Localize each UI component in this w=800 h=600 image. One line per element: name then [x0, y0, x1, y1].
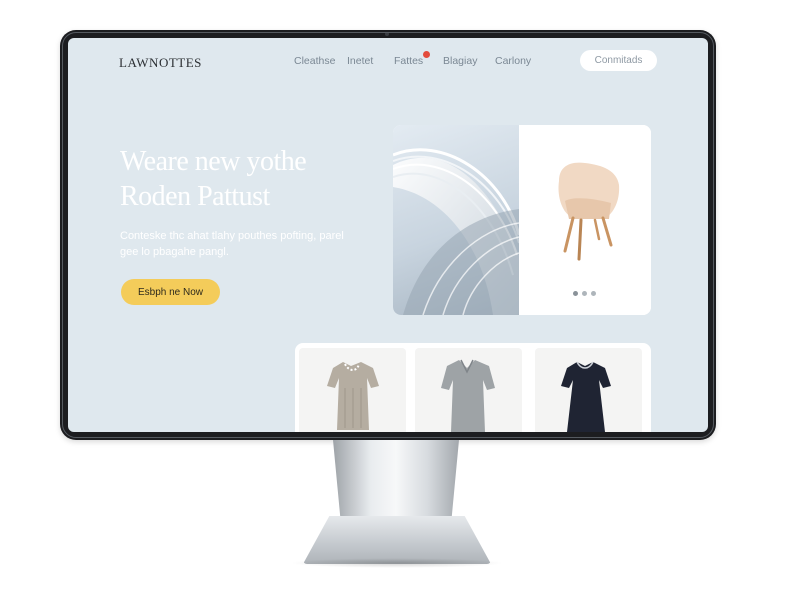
camera-icon	[385, 32, 389, 36]
monitor-base	[303, 516, 491, 564]
nav-item-fattes-label: Fattes	[394, 55, 424, 67]
hero-subtitle: Conteske thc ahat tlahy pouthes pofting,…	[120, 230, 344, 258]
nav-item-inetet[interactable]: Inetet	[347, 55, 373, 67]
abstract-curves-icon	[393, 148, 519, 315]
hero-title: Weare new yothe Roden Pattust	[120, 146, 307, 212]
product-row	[295, 343, 651, 432]
featured-gallery	[393, 125, 651, 315]
site-logo[interactable]: LAWNOTTES	[119, 55, 202, 71]
website-screen: LAWNOTTES Cleathse Inetet Fattes Blagiay…	[68, 38, 708, 432]
product-card-beige-dress[interactable]	[299, 348, 406, 432]
carousel-dots	[573, 291, 596, 296]
hero-cta-button[interactable]: Esbph ne Now	[121, 279, 220, 305]
nav-item-blagiay[interactable]: Blagiay	[443, 55, 477, 67]
chair-product-image[interactable]	[519, 125, 651, 315]
notification-badge	[423, 51, 431, 58]
chair-icon	[558, 162, 620, 261]
monitor-stand	[333, 440, 459, 520]
product-card-navy-dress[interactable]	[535, 348, 642, 432]
carousel-dot-3[interactable]	[591, 291, 596, 296]
navy-dress-icon	[561, 361, 611, 432]
carousel-dot-1[interactable]	[573, 291, 578, 296]
nav-item-fattes[interactable]: Fattes	[394, 51, 431, 67]
abstract-architecture-image	[393, 125, 519, 315]
header-cta-button[interactable]: Conmitads	[580, 50, 657, 71]
nav-item-carlony[interactable]: Carlony	[495, 55, 531, 67]
base-shadow	[290, 558, 504, 568]
nav-item-cleathse[interactable]: Cleathse	[294, 55, 335, 67]
gray-dress-icon	[441, 359, 495, 432]
beige-dress-icon	[327, 362, 379, 430]
desktop-scene: LAWNOTTES Cleathse Inetet Fattes Blagiay…	[0, 0, 800, 600]
carousel-dot-2[interactable]	[582, 291, 587, 296]
product-card-gray-dress[interactable]	[415, 348, 522, 432]
